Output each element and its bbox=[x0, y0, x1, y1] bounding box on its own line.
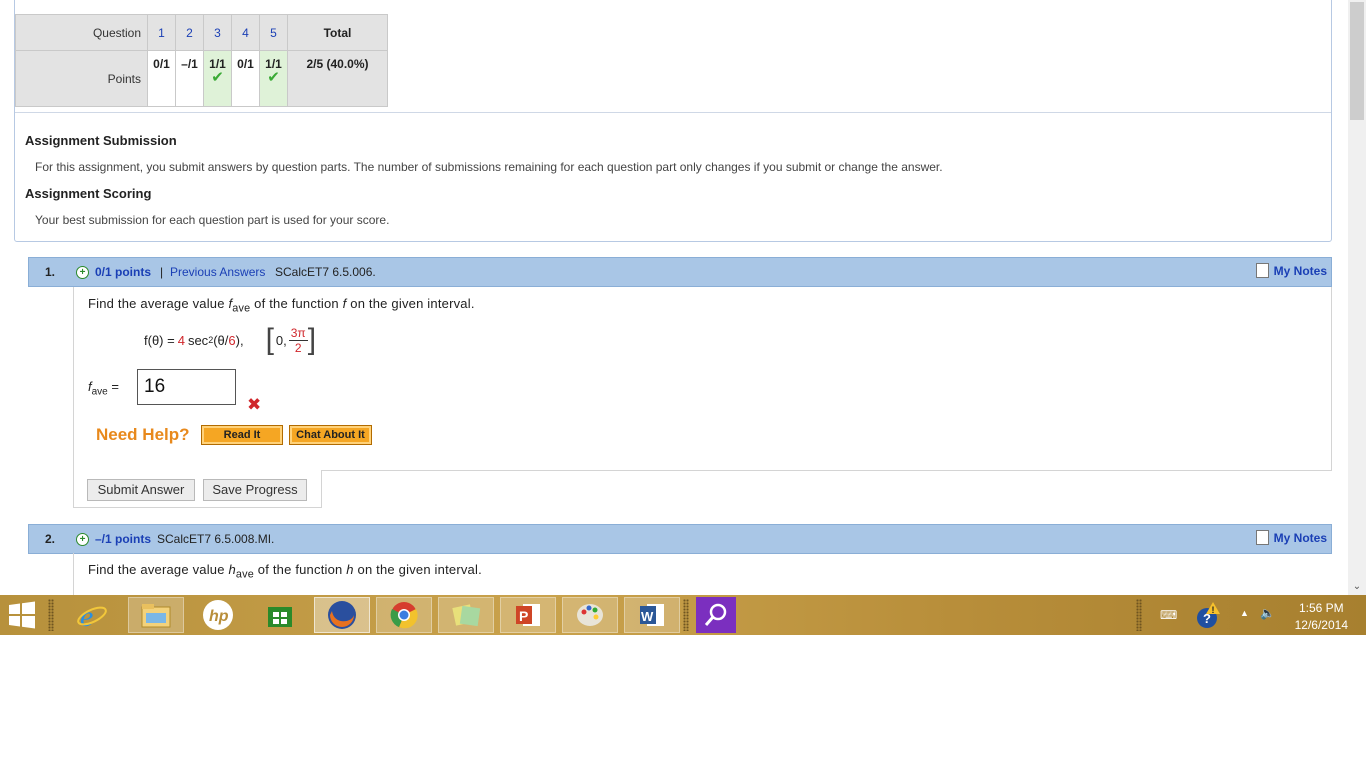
scroll-down-icon[interactable]: ⌄ bbox=[1348, 581, 1366, 595]
check-icon: ✔ bbox=[267, 69, 280, 86]
scoring-text: Your best submission for each question p… bbox=[35, 213, 390, 227]
start-icon[interactable] bbox=[0, 597, 44, 633]
points-cell-5: 1/1 ✔ bbox=[259, 50, 288, 107]
chat-about-it-button[interactable]: Chat About It bbox=[289, 425, 372, 445]
svg-text:W: W bbox=[641, 609, 654, 624]
need-help-label: Need Help? bbox=[96, 425, 190, 444]
assignment-summary: Question 1 2 3 4 5 Total Points 0/1 –/1 … bbox=[14, 0, 1332, 242]
svg-text:!: ! bbox=[1212, 605, 1215, 615]
save-progress-button[interactable]: Save Progress bbox=[203, 479, 307, 501]
question-prompt: Find the average value have of the funct… bbox=[88, 562, 482, 581]
total-score: 2/5 (40.0%) bbox=[287, 50, 388, 107]
question-link-2[interactable]: 2 bbox=[186, 26, 193, 40]
question-points-link[interactable]: 0/1 points bbox=[95, 265, 151, 279]
divider bbox=[15, 112, 1331, 113]
taskbar: e hp P W ⌨ ?! ▲ 🔈 1:56 PM 12/6/2014 bbox=[0, 595, 1366, 635]
magnifier-icon[interactable] bbox=[696, 597, 736, 633]
question-code: SCalcET7 6.5.006. bbox=[275, 265, 376, 279]
vertical-scrollbar[interactable]: ⌄ bbox=[1348, 0, 1366, 595]
show-hidden-icons-icon[interactable]: ▲ bbox=[1240, 608, 1249, 618]
clock-date: 12/6/2014 bbox=[1294, 618, 1348, 632]
points-cell-4: 0/1 bbox=[231, 50, 260, 107]
volume-muted-icon[interactable]: 🔈 bbox=[1260, 606, 1275, 620]
keyboard-icon[interactable]: ⌨ bbox=[1160, 608, 1177, 622]
browser-viewport: Question 1 2 3 4 5 Total Points 0/1 –/1 … bbox=[0, 0, 1348, 595]
separator: | bbox=[160, 265, 164, 279]
my-notes-link[interactable]: My Notes bbox=[1255, 263, 1327, 278]
question-link-5[interactable]: 5 bbox=[270, 26, 277, 40]
help-warning-icon[interactable]: ?! bbox=[1195, 601, 1221, 632]
svg-text:P: P bbox=[519, 608, 528, 624]
scrollbar-thumb[interactable] bbox=[1350, 2, 1364, 120]
answer-input[interactable] bbox=[137, 369, 236, 405]
points-cell-3: 1/1 ✔ bbox=[203, 50, 232, 107]
incorrect-x-icon: ✖ bbox=[247, 395, 262, 414]
question-1-body: Find the average value fave of the funct… bbox=[73, 287, 1332, 471]
expand-plus-icon[interactable]: + bbox=[76, 266, 89, 279]
points-row-label: Points bbox=[15, 50, 148, 107]
question-number: 1. bbox=[45, 265, 56, 279]
points-cell-1: 0/1 bbox=[147, 50, 176, 107]
total-header: Total bbox=[287, 14, 388, 51]
note-icon bbox=[1255, 530, 1269, 545]
question-link-1[interactable]: 1 bbox=[158, 26, 165, 40]
hp-icon[interactable]: hp bbox=[190, 597, 246, 633]
note-icon bbox=[1255, 263, 1269, 278]
check-icon: ✔ bbox=[211, 69, 224, 86]
question-number: 2. bbox=[45, 532, 56, 546]
question-row-label: Question bbox=[15, 14, 148, 51]
store-icon[interactable] bbox=[252, 597, 308, 633]
question-2-header: 2. + –/1 points SCalcET7 6.5.008.MI. My … bbox=[28, 524, 1332, 554]
word-icon[interactable]: W bbox=[624, 597, 680, 633]
question-prompt: Find the average value fave of the funct… bbox=[88, 296, 475, 315]
previous-answers-link[interactable]: Previous Answers bbox=[170, 265, 265, 279]
answer-label: fave = bbox=[88, 379, 119, 398]
svg-text:hp: hp bbox=[209, 608, 229, 625]
score-table: Question 1 2 3 4 5 Total Points 0/1 –/1 … bbox=[15, 14, 388, 107]
clock-time: 1:56 PM bbox=[1298, 601, 1344, 615]
question-link-4[interactable]: 4 bbox=[242, 26, 249, 40]
question-code: SCalcET7 6.5.008.MI. bbox=[157, 532, 275, 546]
paint-icon[interactable] bbox=[562, 597, 618, 633]
question-link-3[interactable]: 3 bbox=[214, 26, 221, 40]
question-2-body: Find the average value have of the funct… bbox=[73, 553, 1331, 595]
points-cell-2: –/1 bbox=[175, 50, 204, 107]
firefox-icon[interactable] bbox=[314, 597, 370, 633]
file-explorer-icon[interactable] bbox=[128, 597, 184, 633]
formula: f(θ) = 4 sec 2 (θ/6), [ 0, 3π 2 ] bbox=[144, 323, 317, 356]
submission-title: Assignment Submission bbox=[25, 133, 177, 148]
question-1-header: 1. + 0/1 points | Previous Answers SCalc… bbox=[28, 257, 1332, 287]
powerpoint-icon[interactable]: P bbox=[500, 597, 556, 633]
clock[interactable]: 1:56 PM 12/6/2014 bbox=[1295, 600, 1348, 634]
question-points-link[interactable]: –/1 points bbox=[95, 532, 151, 546]
question-1-actions: Submit Answer Save Progress bbox=[73, 470, 322, 508]
internet-explorer-icon[interactable]: e bbox=[64, 597, 120, 633]
chrome-icon[interactable] bbox=[376, 597, 432, 633]
submission-text: For this assignment, you submit answers … bbox=[35, 160, 943, 174]
sticky-notes-icon[interactable] bbox=[438, 597, 494, 633]
expand-plus-icon[interactable]: + bbox=[76, 533, 89, 546]
read-it-button[interactable]: Read It bbox=[201, 425, 283, 445]
scoring-title: Assignment Scoring bbox=[25, 186, 152, 201]
submit-answer-button[interactable]: Submit Answer bbox=[87, 479, 195, 501]
my-notes-link[interactable]: My Notes bbox=[1255, 530, 1327, 545]
